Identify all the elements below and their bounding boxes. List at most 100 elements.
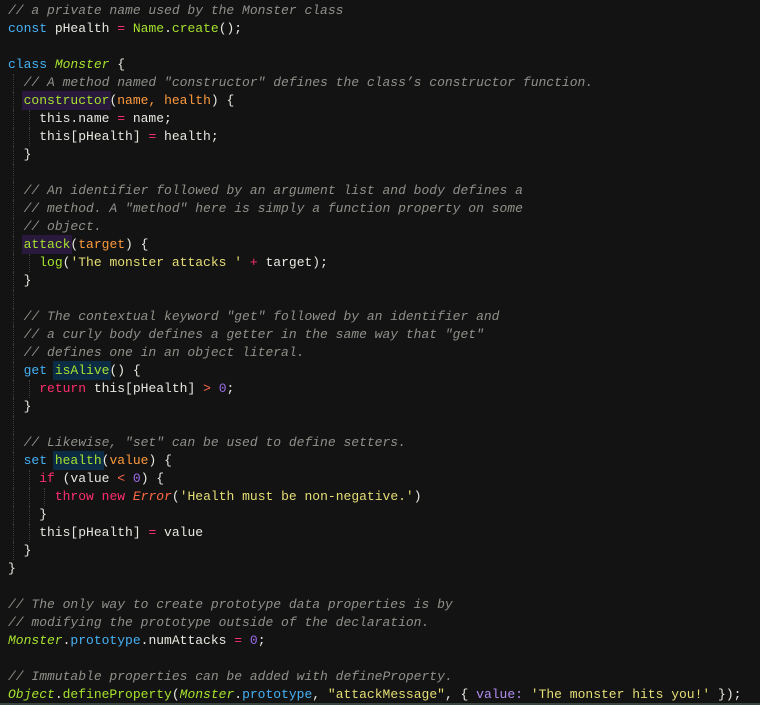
indent-guide [13, 416, 14, 434]
code-token: } [8, 147, 31, 162]
code-token: defineProperty [63, 687, 172, 702]
code-token: + [250, 255, 258, 270]
code-token: value [156, 525, 203, 540]
indent-guide [13, 452, 14, 470]
code-token: if [39, 471, 55, 486]
code-token [8, 363, 24, 378]
indent-guide [13, 362, 14, 380]
indent-guide [13, 290, 14, 308]
code-line [8, 164, 760, 182]
indent-guide [13, 344, 14, 362]
indent-guide [13, 236, 14, 254]
indent-guide [13, 488, 14, 506]
code-line: attack(target) { [8, 236, 760, 254]
indent-guide [29, 524, 30, 542]
code-line: constructor(name, health) { [8, 92, 760, 110]
code-line: // modifying the prototype outside of th… [8, 614, 760, 632]
code-token: const [8, 21, 47, 36]
code-token: 0 [133, 471, 141, 486]
code-token [8, 435, 24, 450]
code-token [156, 93, 164, 108]
code-token: prototype [242, 687, 312, 702]
code-area[interactable]: // a private name used by the Monster cl… [0, 0, 760, 704]
code-line: Object.defineProperty(Monster.prototype,… [8, 686, 760, 704]
code-token [242, 633, 250, 648]
code-token: // object. [24, 219, 102, 234]
code-token: (value [55, 471, 117, 486]
indent-guide [29, 506, 30, 524]
code-token: = [234, 633, 242, 648]
code-line: return this[pHealth] > 0; [8, 380, 760, 398]
code-line: // A method named "constructor" defines … [8, 74, 760, 92]
indent-guide [13, 218, 14, 236]
code-line: // object. [8, 218, 760, 236]
code-token: "attackMessage" [328, 687, 445, 702]
code-token [47, 57, 55, 72]
code-token [242, 255, 250, 270]
code-token: < [117, 471, 125, 486]
indent-guide [13, 470, 14, 488]
code-line: // method. A "method" here is simply a f… [8, 200, 760, 218]
code-token: return [39, 381, 86, 396]
code-token: } [8, 543, 31, 558]
code-line [8, 416, 760, 434]
code-token: ) { [148, 453, 171, 468]
code-line: get isAlive() { [8, 362, 760, 380]
code-token: throw [55, 489, 94, 504]
code-token [8, 219, 24, 234]
code-token [47, 453, 55, 468]
code-line: // defines one in an object literal. [8, 344, 760, 362]
code-token: create [172, 21, 219, 36]
code-line: // a curly body defines a getter in the … [8, 326, 760, 344]
code-line: this[pHealth] = health; [8, 128, 760, 146]
code-line: const pHealth = Name.create(); [8, 20, 760, 38]
code-token: { [109, 57, 125, 72]
code-token: ; [258, 633, 266, 648]
indent-guide [13, 506, 14, 524]
code-token [47, 363, 55, 378]
code-token: set [24, 453, 47, 468]
code-line [8, 650, 760, 668]
code-token: target); [258, 255, 328, 270]
indent-guide [13, 308, 14, 326]
code-token: // method. A "method" here is simply a f… [24, 201, 523, 216]
indent-guide [13, 92, 14, 110]
code-token: ( [172, 687, 180, 702]
indent-guide [13, 398, 14, 416]
indent-guide [29, 128, 30, 146]
indent-guide [13, 434, 14, 452]
code-token [94, 489, 102, 504]
code-token: Object [8, 687, 55, 702]
indent-guide [29, 110, 30, 128]
code-token: ) [414, 489, 422, 504]
code-token: 'Health must be non-negative.' [180, 489, 414, 504]
highlighted-symbol: constructor [24, 93, 110, 108]
code-editor[interactable]: // a private name used by the Monster cl… [0, 0, 760, 705]
code-line: // a private name used by the Monster cl… [8, 2, 760, 20]
indent-guide [13, 272, 14, 290]
code-token: = [117, 111, 125, 126]
code-token: get [24, 363, 47, 378]
indent-guide [13, 164, 14, 182]
code-token [8, 309, 24, 324]
code-line: // The only way to create prototype data… [8, 596, 760, 614]
code-token [125, 21, 133, 36]
code-token: () { [109, 363, 140, 378]
code-token: // The contextual keyword "get" followed… [24, 309, 500, 324]
code-line: this.name = name; [8, 110, 760, 128]
code-token: ) { [211, 93, 234, 108]
code-token: } [8, 561, 16, 576]
code-token: 0 [250, 633, 258, 648]
code-token: , [312, 687, 328, 702]
highlighted-symbol: health [55, 453, 102, 468]
code-token: // A method named "constructor" defines … [24, 75, 594, 90]
code-token: ( [172, 489, 180, 504]
indent-guide [13, 254, 14, 272]
code-token: Monster [8, 633, 63, 648]
code-line: if (value < 0) { [8, 470, 760, 488]
code-token [125, 471, 133, 486]
code-token [8, 183, 24, 198]
code-token: Monster [55, 57, 110, 72]
code-token: . [55, 687, 63, 702]
code-line: throw new Error('Health must be non-nega… [8, 488, 760, 506]
